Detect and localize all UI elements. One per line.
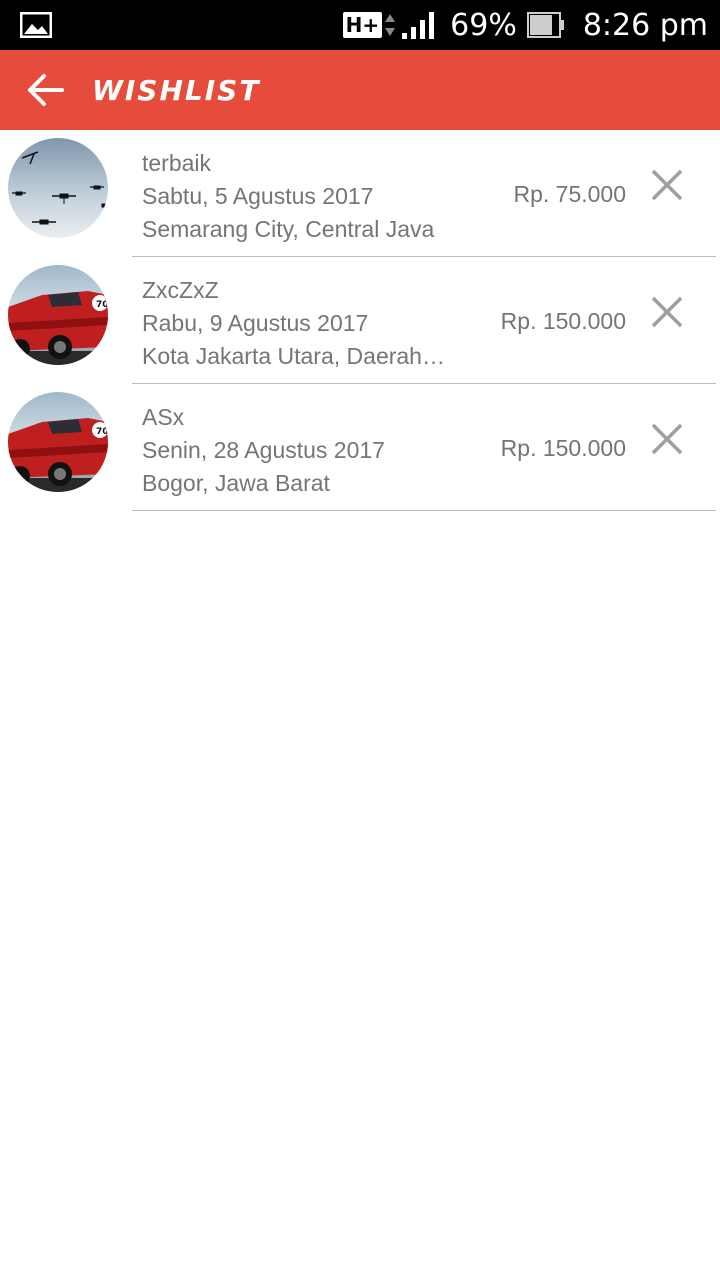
item-title: ASx	[142, 404, 185, 430]
item-price: Rp. 150.000	[500, 435, 626, 461]
svg-text:70: 70	[96, 427, 108, 437]
battery-icon	[526, 12, 564, 38]
clock-time: 8:26 pm	[582, 7, 708, 43]
close-icon[interactable]	[650, 295, 684, 329]
item-title: terbaik	[142, 150, 212, 176]
signal-icon	[402, 12, 435, 39]
event-thumbnail: 70	[8, 265, 108, 365]
item-details: ASx Senin, 28 Agustus 2017 Bogor, Jawa B…	[142, 402, 472, 501]
arrow-left-icon[interactable]	[22, 70, 68, 110]
gallery-icon	[20, 12, 52, 38]
item-date: Senin, 28 Agustus 2017	[142, 437, 385, 463]
item-price: Rp. 150.000	[500, 308, 626, 334]
wishlist-item[interactable]: 70 ASx Senin, 28 Agustus 2017 Bogor, Jaw…	[0, 384, 720, 511]
divider	[132, 510, 716, 511]
item-location: Kota Jakarta Utara, Daerah…	[142, 343, 445, 369]
page-title: WISHLIST	[92, 74, 261, 107]
item-location: Semarang City, Central Java	[142, 216, 435, 242]
data-arrows-icon	[385, 14, 396, 36]
close-icon[interactable]	[650, 168, 684, 202]
item-date: Sabtu, 5 Agustus 2017	[142, 183, 374, 209]
battery-percent: 69%	[450, 7, 517, 43]
item-date: Rabu, 9 Agustus 2017	[142, 310, 369, 336]
svg-text:70: 70	[96, 300, 108, 310]
wishlist-item[interactable]: 70 ZxcZxZ Rabu, 9 Agustus 2017 Kota Jaka…	[0, 257, 720, 384]
wishlist-item[interactable]: terbaik Sabtu, 5 Agustus 2017 Semarang C…	[0, 130, 720, 257]
close-icon[interactable]	[650, 422, 684, 456]
status-bar: H+ 69% 8:26 pm	[0, 0, 720, 50]
network-type: H+	[342, 12, 383, 38]
event-thumbnail	[8, 138, 108, 238]
item-details: terbaik Sabtu, 5 Agustus 2017 Semarang C…	[142, 148, 472, 247]
event-thumbnail: 70	[8, 392, 108, 492]
app-bar: WISHLIST	[0, 50, 720, 130]
item-location: Bogor, Jawa Barat	[142, 470, 330, 496]
item-price: Rp. 75.000	[513, 181, 626, 207]
wishlist-list: terbaik Sabtu, 5 Agustus 2017 Semarang C…	[0, 130, 720, 511]
item-title: ZxcZxZ	[142, 277, 219, 303]
item-details: ZxcZxZ Rabu, 9 Agustus 2017 Kota Jakarta…	[142, 275, 472, 374]
